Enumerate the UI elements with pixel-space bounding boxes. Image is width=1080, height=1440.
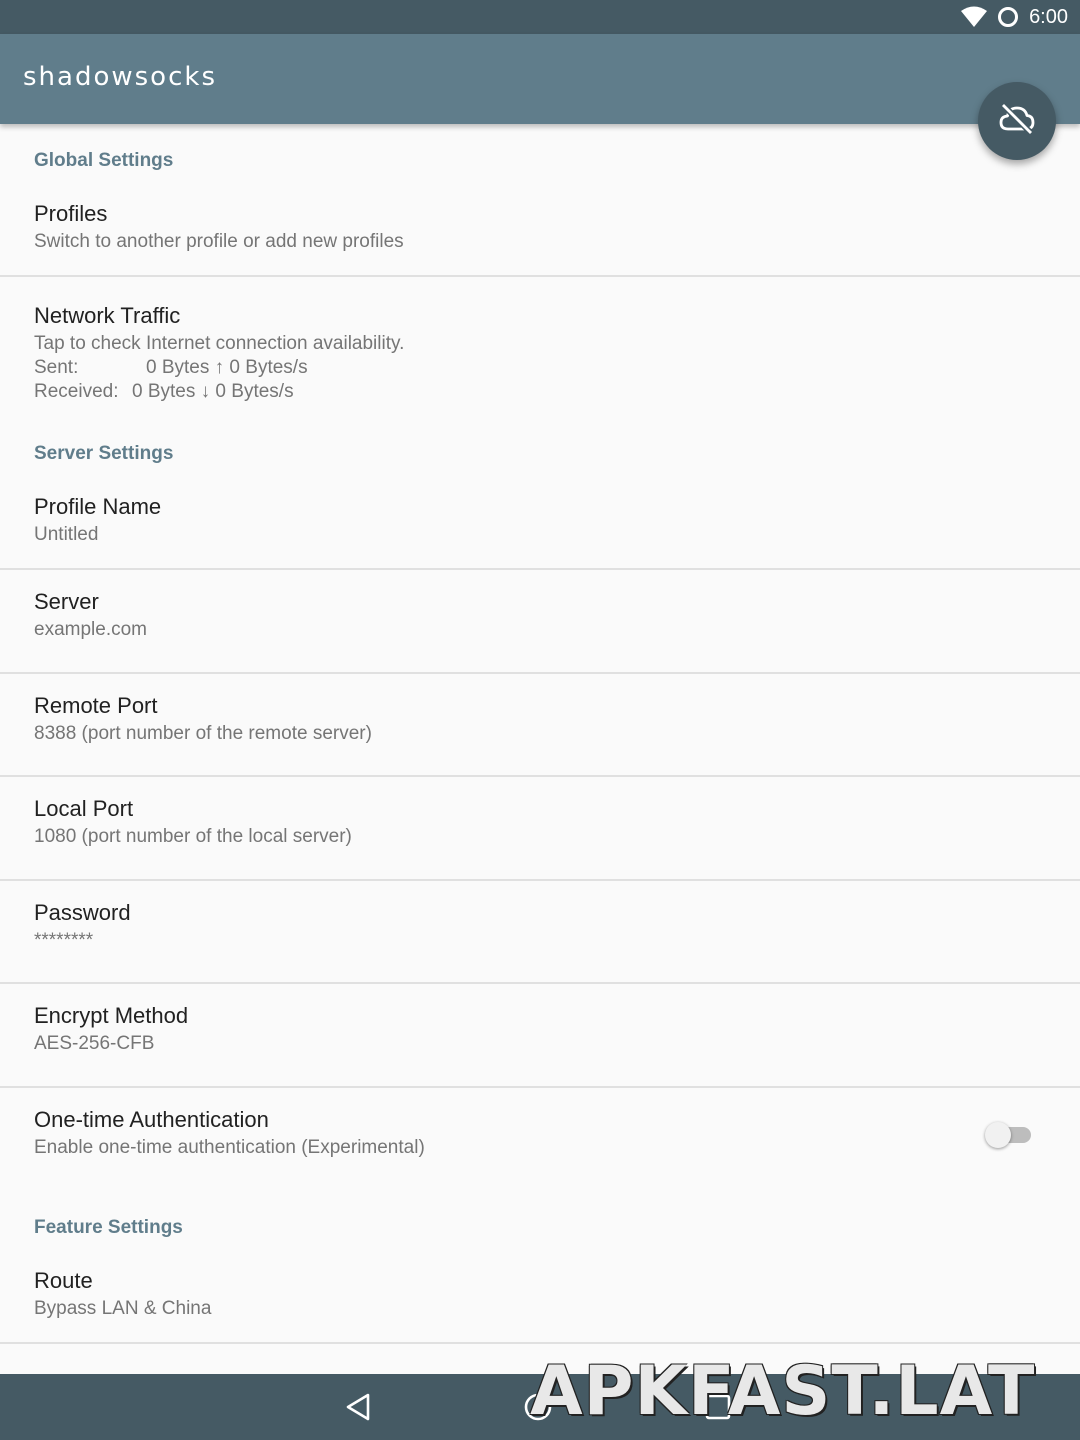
circle-status-icon: [997, 6, 1019, 28]
pref-summary: Untitled: [34, 524, 99, 545]
pref-profiles[interactable]: Profiles Switch to another profile or ad…: [0, 192, 1080, 277]
pref-title: Server: [34, 589, 99, 614]
switch-thumb: [985, 1121, 1011, 1148]
pref-summary: Enable one-time authentication (Experime…: [34, 1136, 425, 1158]
back-icon[interactable]: [342, 1391, 374, 1423]
pref-server[interactable]: Server example.com: [0, 570, 1080, 674]
pref-summary: Tap to check Internet connection availab…: [34, 333, 405, 354]
pref-title: Route: [34, 1267, 93, 1293]
pref-title: Network Traffic: [34, 303, 181, 328]
connect-fab-button[interactable]: [978, 82, 1056, 160]
app-bar: shadowsocks: [0, 34, 1080, 124]
pref-summary: 1080 (port number of the local server): [34, 826, 352, 847]
traffic-received-row: Received: 0 Bytes ↓ 0 Bytes/s: [34, 380, 1080, 404]
pref-summary: example.com: [34, 619, 147, 640]
pref-title: Remote Port: [34, 692, 158, 718]
pref-title: Local Port: [34, 796, 134, 821]
pref-title: One-time Authentication: [34, 1106, 269, 1132]
one-time-auth-switch[interactable]: [985, 1121, 1031, 1148]
traffic-sent-label: Sent:: [34, 357, 79, 378]
section-header-server: Server Settings: [34, 443, 174, 464]
pref-route[interactable]: Route Bypass LAN & China: [0, 1259, 1080, 1344]
traffic-sent-value: 0 Bytes ↑ 0 Bytes/s: [146, 357, 308, 378]
pref-password[interactable]: Password ********: [0, 881, 1080, 984]
status-time: 6:00: [1029, 5, 1068, 28]
section-header-feature: Feature Settings: [34, 1216, 183, 1238]
pref-summary: AES-256-CFB: [34, 1033, 155, 1054]
pref-encrypt-method[interactable]: Encrypt Method AES-256-CFB: [0, 984, 1080, 1088]
pref-title: Profile Name: [34, 494, 162, 519]
pref-title: Encrypt Method: [34, 1003, 189, 1028]
pref-summary: ********: [34, 929, 94, 951]
traffic-received-label: Received:: [34, 380, 119, 402]
wifi-icon: [961, 6, 988, 28]
pref-title: Profiles: [34, 201, 108, 226]
pref-remote-port[interactable]: Remote Port 8388 (port number of the rem…: [0, 674, 1080, 777]
settings-list[interactable]: Global Settings Profiles Switch to anoth…: [0, 124, 1080, 1374]
pref-local-port[interactable]: Local Port 1080 (port number of the loca…: [0, 777, 1080, 881]
traffic-received-value: 0 Bytes ↓ 0 Bytes/s: [132, 380, 294, 402]
watermark-text: APKFAST.LAT: [530, 1352, 1036, 1431]
pref-summary: 8388 (port number of the remote server): [34, 722, 372, 744]
pref-summary: Switch to another profile or add new pro…: [34, 231, 404, 252]
pref-profile-name[interactable]: Profile Name Untitled: [0, 485, 1080, 570]
pref-network-traffic[interactable]: Network Traffic Tap to check Internet co…: [0, 277, 1080, 417]
status-bar: 6:00: [0, 0, 1080, 34]
app-title: shadowsocks: [23, 62, 217, 92]
traffic-sent-row: Sent: 0 Bytes ↑ 0 Bytes/s: [34, 356, 1080, 380]
pref-title: Password: [34, 899, 131, 925]
pref-summary: Bypass LAN & China: [34, 1297, 212, 1319]
cloud-off-icon: [999, 102, 1035, 140]
pref-one-time-auth[interactable]: One-time Authentication Enable one-time …: [0, 1088, 1080, 1191]
section-header-global: Global Settings: [34, 150, 174, 171]
